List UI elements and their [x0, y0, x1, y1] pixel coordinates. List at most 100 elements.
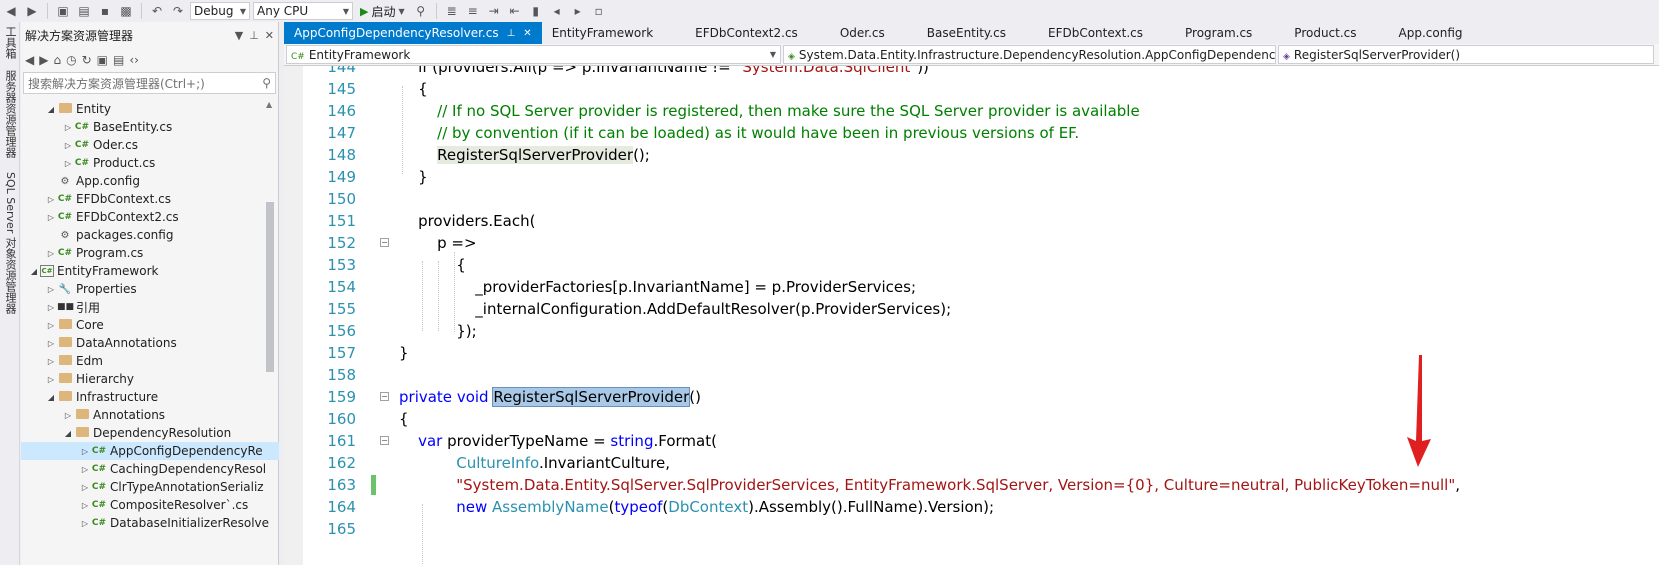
- tree-item[interactable]: ▷ Edm: [21, 352, 279, 370]
- code-line[interactable]: 157}: [304, 342, 1659, 364]
- tab-document[interactable]: BaseEntity.cs: [917, 22, 1016, 44]
- collapse-all-icon[interactable]: ▣: [97, 53, 108, 67]
- scrollbar-thumb[interactable]: [266, 202, 274, 372]
- code-line[interactable]: 162 CultureInfo.InvariantCulture,: [304, 452, 1659, 474]
- expand-icon[interactable]: ▷: [79, 447, 91, 456]
- tab-document[interactable]: Program.cs: [1175, 22, 1262, 44]
- tree-item[interactable]: ▷ C# CompositeResolver`.cs: [21, 496, 279, 514]
- expand-icon[interactable]: ▷: [45, 303, 57, 312]
- code-line[interactable]: 150: [304, 188, 1659, 210]
- server-explorer-tab[interactable]: 服务器资源管理器: [2, 70, 18, 158]
- forward-icon[interactable]: ▶: [23, 2, 41, 20]
- expand-icon[interactable]: ▷: [45, 285, 57, 294]
- close-icon[interactable]: ✕: [523, 28, 531, 39]
- forward-icon[interactable]: ▶: [39, 53, 48, 67]
- next-bookmark-icon[interactable]: ▸: [569, 2, 587, 20]
- tree-item[interactable]: ⚙ App.config: [21, 172, 279, 190]
- find-icon[interactable]: ⚲: [412, 2, 430, 20]
- tree-item[interactable]: ▷ C# AppConfigDependencyRe: [21, 442, 279, 460]
- code-line[interactable]: 165: [304, 518, 1659, 540]
- tab-document[interactable]: Product.cs: [1284, 22, 1366, 44]
- toolbox-tab[interactable]: 工具箱: [2, 26, 18, 59]
- outdent-icon[interactable]: ⇤: [506, 2, 524, 20]
- tab-document[interactable]: AppConfigDependencyResolver.cs ⊥ ✕: [284, 22, 542, 44]
- code-line[interactable]: 146 // If no SQL Server provider is regi…: [304, 100, 1659, 122]
- collapse-icon[interactable]: ◢: [45, 393, 57, 402]
- bookmark-icon[interactable]: ▮: [527, 2, 545, 20]
- collapse-icon[interactable]: ◢: [62, 429, 74, 438]
- type-dropdown[interactable]: ◈ System.Data.Entity.Infrastructure.Depen…: [783, 45, 1276, 64]
- tree-item[interactable]: ▷ Hierarchy: [21, 370, 279, 388]
- code-line[interactable]: 159 − private void RegisterSqlServerProvid…: [304, 386, 1659, 408]
- back-icon[interactable]: ◀: [25, 53, 34, 67]
- expand-icon[interactable]: ▷: [62, 159, 74, 168]
- code-line[interactable]: 148 RegisterSqlServerProvider();: [304, 144, 1659, 166]
- prev-bookmark-icon[interactable]: ◂: [548, 2, 566, 20]
- pin-icon[interactable]: ⊥: [507, 28, 516, 39]
- close-icon[interactable]: ✕: [265, 29, 274, 42]
- comment-icon[interactable]: ≣: [443, 2, 461, 20]
- code-line[interactable]: 158: [304, 364, 1659, 386]
- clear-bookmarks-icon[interactable]: ▫: [590, 2, 608, 20]
- scroll-up-icon[interactable]: ▲: [266, 100, 272, 109]
- platform-dropdown[interactable]: Any CPU ▼: [253, 2, 353, 20]
- expand-icon[interactable]: ▷: [62, 411, 74, 420]
- code-line[interactable]: 155 _internalConfiguration.AddDefaultRes…: [304, 298, 1659, 320]
- undo-icon[interactable]: ↶: [148, 2, 166, 20]
- expand-icon[interactable]: ▷: [79, 483, 91, 492]
- code-editor[interactable]: 144 if (providers.All(p => p.InvariantNa…: [284, 66, 1659, 565]
- expand-icon[interactable]: ▷: [45, 375, 57, 384]
- collapse-icon[interactable]: ◢: [28, 267, 40, 276]
- pin-icon[interactable]: ⊥: [249, 29, 259, 42]
- tree-item[interactable]: ▷ ■■ 引用: [21, 298, 279, 316]
- tree-item[interactable]: ▷ 🔧 Properties: [21, 280, 279, 298]
- expand-icon[interactable]: ▷: [45, 357, 57, 366]
- refresh-icon[interactable]: ↻: [82, 53, 92, 67]
- code-line[interactable]: 145 {: [304, 78, 1659, 100]
- fold-toggle-icon[interactable]: −: [380, 436, 389, 445]
- tree-item[interactable]: ▷ C# BaseEntity.cs: [21, 118, 279, 136]
- tree-item[interactable]: ▷ C# ClrTypeAnnotationSerializ: [21, 478, 279, 496]
- tree-item[interactable]: ▷ C# Product.cs: [21, 154, 279, 172]
- code-line[interactable]: 163 "System.Data.Entity.SqlServer.SqlPro…: [304, 474, 1659, 496]
- tab-document[interactable]: EFDbContext2.cs: [685, 22, 808, 44]
- tab-document[interactable]: Oder.cs: [830, 22, 895, 44]
- save-all-icon[interactable]: ▩: [117, 2, 135, 20]
- expand-icon[interactable]: ▷: [45, 339, 57, 348]
- collapse-icon[interactable]: ◢: [45, 105, 57, 114]
- tab-document[interactable]: EFDbContext.cs: [1038, 22, 1153, 44]
- tab-document[interactable]: EntityFramework: [542, 22, 663, 44]
- tree-item[interactable]: ◢ C# EntityFramework: [21, 262, 279, 280]
- expand-icon[interactable]: ▷: [45, 195, 57, 204]
- tree-item[interactable]: ◢ Entity: [21, 100, 279, 118]
- code-line[interactable]: 164 new AssemblyName(typeof(DbContext).A…: [304, 496, 1659, 518]
- code-line[interactable]: 152 − p =>: [304, 232, 1659, 254]
- tree-item[interactable]: ▷ DataAnnotations: [21, 334, 279, 352]
- code-line[interactable]: 149 }: [304, 166, 1659, 188]
- back-icon[interactable]: ◀: [2, 2, 20, 20]
- code-view-icon[interactable]: ‹›: [129, 53, 139, 67]
- tree-item[interactable]: ◢ DependencyResolution: [21, 424, 279, 442]
- code-area[interactable]: 144 if (providers.All(p => p.InvariantNa…: [304, 66, 1659, 565]
- tree-item[interactable]: ▷ C# Program.cs: [21, 244, 279, 262]
- solution-search-input[interactable]: 搜索解决方案资源管理器(Ctrl+;) ⚲: [23, 72, 276, 94]
- expand-icon[interactable]: ▷: [45, 249, 57, 258]
- configuration-dropdown[interactable]: Debug ▼: [190, 2, 250, 20]
- show-all-files-icon[interactable]: ▤: [113, 53, 124, 67]
- code-line[interactable]: 160 {: [304, 408, 1659, 430]
- project-dropdown[interactable]: C# EntityFramework ▼: [286, 45, 781, 64]
- tree-item[interactable]: ▷ C# Oder.cs: [21, 136, 279, 154]
- open-folder-icon[interactable]: ▤: [75, 2, 93, 20]
- tree-item[interactable]: ▷ C# EFDbContext2.cs: [21, 208, 279, 226]
- history-icon[interactable]: ◷: [66, 53, 76, 67]
- tab-document[interactable]: App.config: [1389, 22, 1473, 44]
- expand-icon[interactable]: ▷: [79, 465, 91, 474]
- tree-item[interactable]: ▷ C# EFDbContext.cs: [21, 190, 279, 208]
- expand-icon[interactable]: ▷: [79, 519, 91, 528]
- expand-icon[interactable]: ▷: [45, 321, 57, 330]
- tree-item[interactable]: ▷ Core: [21, 316, 279, 334]
- new-project-icon[interactable]: ▣: [54, 2, 72, 20]
- start-button[interactable]: ▶ 启动 ▼: [356, 3, 409, 20]
- sql-server-explorer-tab[interactable]: SQL Server 对象资源管理器: [2, 172, 18, 314]
- fold-toggle-icon[interactable]: −: [380, 238, 389, 247]
